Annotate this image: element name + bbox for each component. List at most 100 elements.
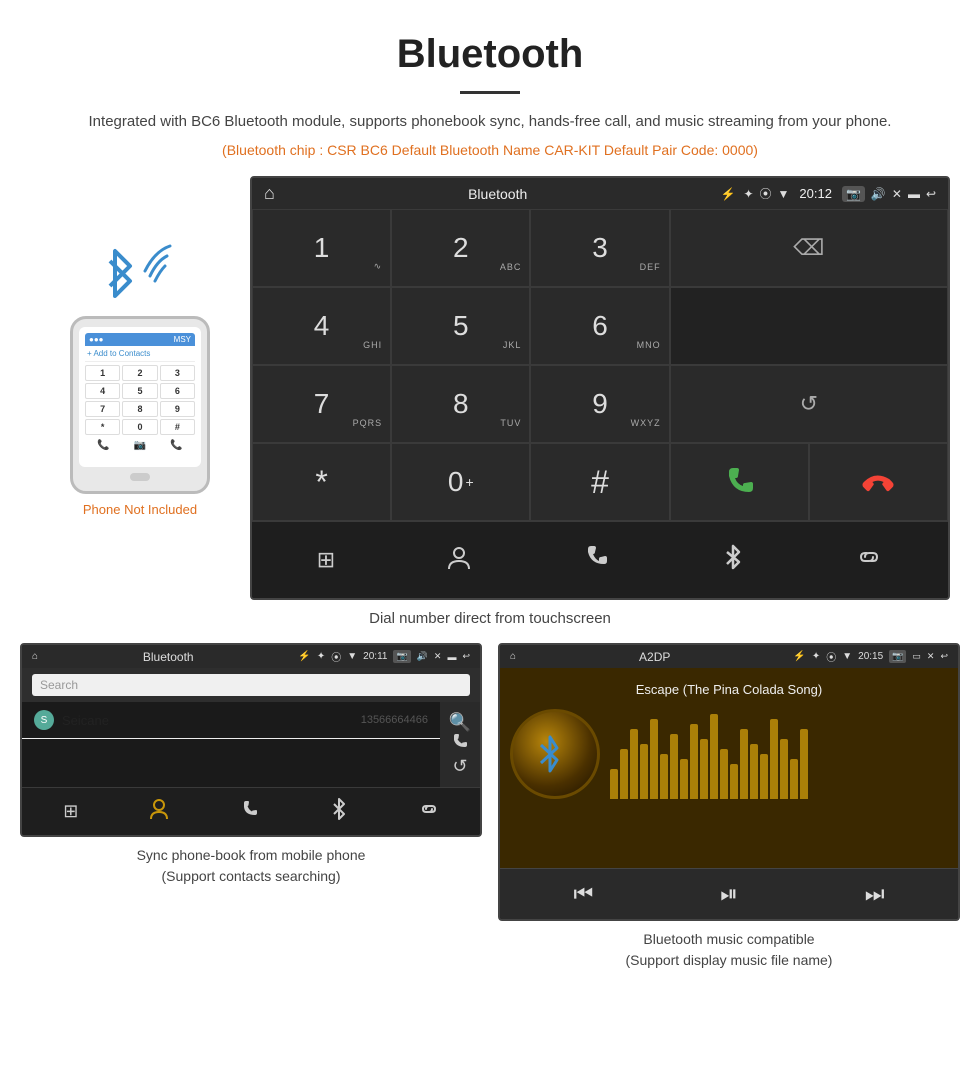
- viz-bar: [790, 759, 798, 799]
- contacts-screen: ⌂ Bluetooth ⚡ ✦ ⦿ ▼ 20:11 📷 🔊 ✕ ▬ ↩ Sear…: [20, 643, 482, 837]
- location-icon: ⦿: [760, 185, 772, 202]
- viz-bar: [740, 729, 748, 799]
- back-icon[interactable]: ↩: [926, 187, 936, 201]
- contacts-main-area: S Seicane 13566664466 🔍 ↺: [22, 702, 480, 787]
- viz-bar: [630, 729, 638, 799]
- music-home-icon[interactable]: ⌂: [510, 651, 516, 662]
- main-content-row: ●●● MSY + Add to Contacts 1 2 3 4 5 6 7 …: [20, 176, 960, 600]
- phone-mockup: ●●● MSY + Add to Contacts 1 2 3 4 5 6 7 …: [70, 316, 210, 494]
- action-bluetooth[interactable]: [706, 536, 760, 584]
- phone-header: ●●● MSY: [85, 333, 195, 346]
- dial-sub-2: ABC: [500, 262, 522, 272]
- phone-key-9: 9: [160, 401, 195, 417]
- title-divider: [460, 91, 520, 94]
- search-input[interactable]: Search: [32, 674, 470, 696]
- action-dialpad[interactable]: ⊞: [303, 541, 349, 579]
- music-visualizer: [610, 709, 948, 799]
- signal-arcs: [135, 241, 185, 306]
- dial-key-call[interactable]: [670, 443, 809, 521]
- window-icon[interactable]: ▬: [908, 187, 920, 201]
- dial-key-8[interactable]: 8TUV: [391, 365, 530, 443]
- contact-row-seicane[interactable]: S Seicane 13566664466: [22, 702, 440, 739]
- dial-key-3[interactable]: 3DEF: [530, 209, 669, 287]
- dial-key-1[interactable]: 1∿: [252, 209, 391, 287]
- dial-sub-1: ∿: [374, 261, 383, 272]
- contacts-home-icon[interactable]: ⌂: [32, 651, 38, 662]
- song-title: Escape (The Pina Colada Song): [636, 682, 822, 697]
- contacts-cam-icon[interactable]: 📷: [393, 650, 410, 663]
- contacts-back-icon[interactable]: ↩: [462, 651, 470, 662]
- contacts-sig-icon: ▼: [347, 651, 357, 662]
- dial-key-star[interactable]: *: [252, 443, 391, 521]
- viz-bar: [610, 769, 618, 799]
- dial-sub-6: MNO: [637, 340, 661, 350]
- dial-key-reload[interactable]: ↺: [670, 365, 948, 443]
- phone-key-3: 3: [160, 365, 195, 381]
- volume-icon[interactable]: 🔊: [871, 187, 886, 201]
- dial-key-hash[interactable]: #: [530, 443, 669, 521]
- music-back-icon[interactable]: ↩: [940, 651, 948, 662]
- music-item: ⌂ A2DP ⚡ ✦ ⦿ ▼ 20:15 📷 ▭ ✕ ↩ Escape (The…: [498, 643, 960, 971]
- music-status-bar: ⌂ A2DP ⚡ ✦ ⦿ ▼ 20:15 📷 ▭ ✕ ↩: [500, 645, 958, 668]
- screen-title: Bluetooth: [283, 186, 713, 202]
- contacts-item: ⌂ Bluetooth ⚡ ✦ ⦿ ▼ 20:11 📷 🔊 ✕ ▬ ↩ Sear…: [20, 643, 482, 971]
- music-close-icon[interactable]: ✕: [927, 651, 935, 662]
- contacts-caption-line1: Sync phone-book from mobile phone: [137, 847, 366, 863]
- viz-bar: [700, 739, 708, 799]
- music-prev-btn[interactable]: ⏮: [573, 881, 593, 907]
- dial-sub-8: TUV: [500, 418, 521, 428]
- contacts-sync-btn[interactable]: ↺: [452, 756, 467, 777]
- music-play-btn[interactable]: ⏯: [720, 881, 738, 907]
- action-contacts[interactable]: [431, 537, 487, 583]
- contacts-win-icon[interactable]: ▬: [447, 652, 456, 662]
- dial-key-hang[interactable]: [809, 443, 948, 521]
- dial-key-7[interactable]: 7PQRS: [252, 365, 391, 443]
- dial-sub-4: GHI: [363, 340, 382, 350]
- contacts-user-btn[interactable]: [149, 798, 169, 825]
- contacts-call-btn[interactable]: [451, 733, 469, 756]
- specs-line: (Bluetooth chip : CSR BC6 Default Blueto…: [0, 142, 980, 158]
- dial-sub-5: JKL: [503, 340, 522, 350]
- contacts-dialpad-btn[interactable]: ⊞: [63, 801, 78, 822]
- home-icon[interactable]: ⌂: [264, 183, 275, 204]
- contacts-bt-btn[interactable]: [330, 798, 348, 825]
- close-app-icon[interactable]: ✕: [892, 187, 902, 201]
- dial-key-2[interactable]: 2ABC: [391, 209, 530, 287]
- contact-number: 13566664466: [361, 714, 428, 726]
- viz-bar: [660, 754, 668, 799]
- action-phone[interactable]: [568, 537, 624, 583]
- contacts-caption-line2: (Support contacts searching): [162, 868, 341, 884]
- phone-camera-icon: 📷: [134, 440, 146, 451]
- contacts-vol-icon[interactable]: 🔊: [417, 651, 428, 662]
- contacts-bottom-bar: ⊞: [22, 787, 480, 835]
- music-win2-icon[interactable]: ▭: [912, 651, 921, 662]
- phone-dialpad: 1 2 3 4 5 6 7 8 9 * 0 #: [85, 365, 195, 435]
- music-cam-icon[interactable]: 📷: [889, 650, 906, 663]
- dial-key-5[interactable]: 5JKL: [391, 287, 530, 365]
- contacts-bt-icon: ✦: [317, 651, 325, 662]
- phone-hang-icon: 📞: [170, 440, 182, 451]
- dial-sub-7: PQRS: [353, 418, 383, 428]
- viz-bar: [730, 764, 738, 799]
- contacts-search-btn[interactable]: 🔍: [449, 712, 471, 733]
- phone-key-hash: #: [160, 419, 195, 435]
- contacts-phone-btn[interactable]: [240, 799, 260, 824]
- dial-key-0[interactable]: 0+: [391, 443, 530, 521]
- contacts-link-btn[interactable]: [419, 799, 439, 824]
- dial-key-9[interactable]: 9WXYZ: [530, 365, 669, 443]
- action-link[interactable]: [841, 537, 897, 583]
- dial-key-6[interactable]: 6MNO: [530, 287, 669, 365]
- camera-status-icon[interactable]: 📷: [842, 186, 865, 202]
- dial-key-4[interactable]: 4GHI: [252, 287, 391, 365]
- music-time: 20:15: [858, 651, 883, 662]
- viz-bar: [770, 719, 778, 799]
- page-title: Bluetooth: [0, 0, 980, 85]
- contacts-close-icon[interactable]: ✕: [434, 651, 442, 662]
- music-usb-icon: ⚡: [793, 651, 805, 662]
- dial-sub-3: DEF: [640, 262, 661, 272]
- phone-side: ●●● MSY + Add to Contacts 1 2 3 4 5 6 7 …: [30, 176, 250, 517]
- music-controls: ⏮ ⏯ ⏭: [500, 868, 958, 919]
- dial-key-backspace[interactable]: ⌫: [670, 209, 948, 287]
- music-next-btn[interactable]: ⏭: [865, 881, 885, 907]
- action-bar: ⊞: [252, 521, 948, 598]
